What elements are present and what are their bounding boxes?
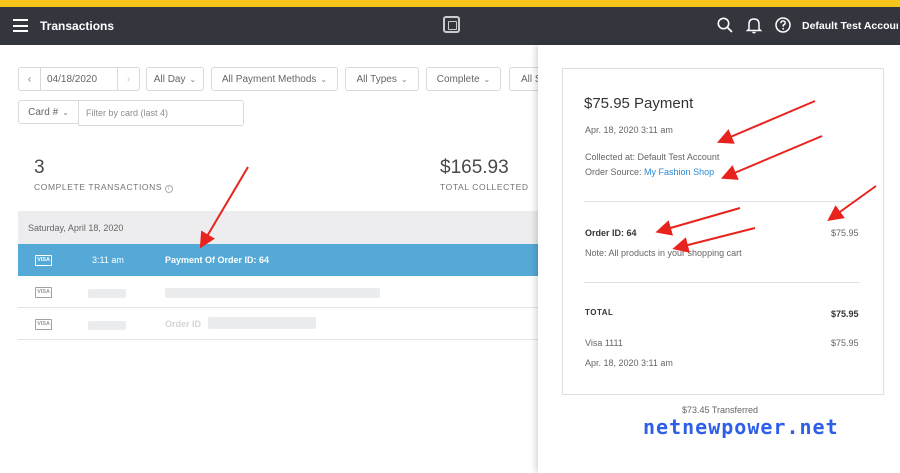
visa-card-icon: VISA xyxy=(35,319,52,330)
card-filter-input[interactable] xyxy=(78,100,244,126)
table-row[interactable]: VISA 3:11 am Payment Of Order ID: 64 xyxy=(18,244,540,276)
day-group-header: Saturday, April 18, 2020 xyxy=(18,211,540,244)
types-dropdown[interactable]: All Types ⌄ xyxy=(345,67,419,91)
redacted-time xyxy=(88,289,126,298)
table-row[interactable]: VISA xyxy=(18,276,540,308)
status-label: Complete xyxy=(436,73,480,85)
table-row[interactable]: VISA Order ID xyxy=(18,308,540,340)
redacted-time xyxy=(88,321,126,330)
payment-datetime: Apr. 18, 2020 3:11 am xyxy=(585,125,673,135)
card-filter-type-dropdown[interactable]: Card # ⌄ xyxy=(18,100,79,124)
card-filter-label: Card # xyxy=(28,106,59,118)
status-dropdown[interactable]: Complete ⌄ xyxy=(426,67,501,91)
top-navigation-bar: Transactions Default Test Account xyxy=(0,7,900,45)
total-label: TOTAL xyxy=(585,308,614,317)
transaction-count-label: COMPLETE TRANSACTIONS i xyxy=(34,182,174,193)
next-day-icon[interactable]: › xyxy=(117,67,139,91)
total-collected-label: TOTAL COLLECTED xyxy=(440,182,529,192)
square-logo-icon[interactable] xyxy=(443,16,460,33)
redacted-description xyxy=(208,317,316,329)
divider xyxy=(584,282,860,283)
time-range-label: All Day xyxy=(153,73,186,85)
divider xyxy=(584,201,860,202)
transaction-time: 3:11 am xyxy=(92,255,124,265)
watermark: netnewpower.net xyxy=(643,415,839,439)
order-source-link[interactable]: My Fashion Shop xyxy=(644,167,714,177)
collected-at: Collected at: Default Test Account xyxy=(585,152,720,162)
total-collected-value: $165.93 xyxy=(440,157,509,178)
previous-day-icon[interactable]: ‹ xyxy=(19,67,41,91)
chevron-down-icon: ⌄ xyxy=(483,74,491,84)
tender-amount: $75.95 xyxy=(831,338,859,348)
transferred-amount: $73.45 Transferred xyxy=(682,405,759,415)
payment-methods-dropdown[interactable]: All Payment Methods ⌄ xyxy=(211,67,338,91)
transaction-count: 3 xyxy=(34,157,45,178)
chevron-down-icon: ⌄ xyxy=(320,74,328,84)
page-title: Transactions xyxy=(40,19,115,33)
bell-icon[interactable] xyxy=(745,16,763,34)
tender-datetime: Apr. 18, 2020 3:11 am xyxy=(585,358,673,368)
chevron-down-icon: ⌄ xyxy=(62,107,69,117)
transaction-description: Order ID xyxy=(165,319,202,329)
order-id: Order ID: 64 xyxy=(585,228,637,238)
tender-card: Visa 1111 xyxy=(585,338,623,348)
date-value: 04/18/2020 xyxy=(47,73,98,85)
info-icon[interactable]: i xyxy=(165,185,174,193)
help-icon[interactable] xyxy=(774,16,792,34)
order-note: Note: All products in your shopping cart xyxy=(585,248,742,258)
account-menu[interactable]: Default Test Account xyxy=(802,20,898,32)
total-amount: $75.95 xyxy=(831,309,859,319)
top-accent-bar xyxy=(0,0,900,7)
transaction-description: Payment Of Order ID: 64 xyxy=(165,255,270,265)
payment-methods-label: All Payment Methods xyxy=(221,73,317,85)
visa-card-icon: VISA xyxy=(35,255,52,266)
redacted-description xyxy=(165,288,380,298)
order-amount: $75.95 xyxy=(831,228,859,238)
types-label: All Types xyxy=(356,73,397,85)
payment-title: $75.95 Payment xyxy=(584,95,694,112)
date-picker[interactable]: ‹ 04/18/2020 › xyxy=(18,67,140,91)
order-source: Order Source: My Fashion Shop xyxy=(585,167,715,177)
visa-card-icon: VISA xyxy=(35,287,52,298)
hamburger-menu-icon[interactable] xyxy=(13,19,28,32)
chevron-down-icon: ⌄ xyxy=(400,74,408,84)
chevron-down-icon: ⌄ xyxy=(189,74,197,84)
time-range-dropdown[interactable]: All Day ⌄ xyxy=(146,67,204,91)
search-icon[interactable] xyxy=(716,16,734,34)
